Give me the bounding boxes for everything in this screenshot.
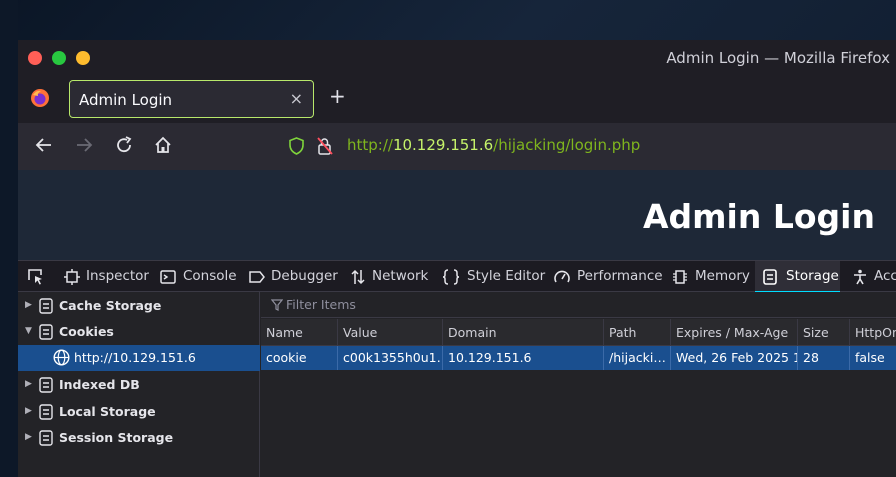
console-icon (160, 270, 176, 284)
expand-arrow-icon[interactable]: ▶ (25, 300, 32, 310)
tree-item-session-storage[interactable]: ▶ Session Storage (18, 425, 260, 451)
devtools-panel: Inspector Console Debugger Network Style… (18, 260, 896, 477)
filter-icon (271, 299, 283, 311)
title-bar: Admin Login — Mozilla Firefox (18, 40, 896, 75)
expand-arrow-icon[interactable]: ▶ (25, 379, 32, 389)
tab-storage[interactable]: Storage (755, 261, 840, 293)
database-icon (39, 430, 53, 446)
tab-debugger[interactable]: Debugger (246, 261, 338, 292)
back-arrow-icon[interactable] (33, 134, 55, 156)
url-path: /hijacking/login.php (493, 136, 641, 154)
cell-expires: Wed, 26 Feb 2025 1… (671, 346, 798, 370)
close-tab-icon[interactable]: × (290, 89, 303, 108)
column-header-name[interactable]: Name (261, 319, 338, 346)
cell-name: cookie (261, 346, 338, 370)
column-header-domain[interactable]: Domain (443, 319, 604, 346)
performance-icon (554, 270, 570, 283)
cell-path: /hijacki… (604, 346, 671, 370)
new-tab-button[interactable]: + (329, 84, 346, 108)
network-icon (351, 269, 365, 285)
page-content: Admin Login (18, 170, 896, 260)
cell-httponly: false (855, 350, 885, 365)
desktop-background (0, 0, 18, 477)
tab-console[interactable]: Console (156, 261, 237, 292)
column-header-expires[interactable]: Expires / Max-Age (671, 319, 798, 346)
tree-item-indexed-db[interactable]: ▶ Indexed DB (18, 372, 260, 398)
storage-table-panel: Filter Items Name Value Domain Path Expi… (261, 292, 896, 477)
tab-memory[interactable]: Memory (669, 261, 751, 292)
url-scheme: http:// (347, 136, 393, 154)
tab-strip: Admin Login × + (18, 75, 896, 123)
url-text[interactable]: http://10.129.151.6/hijacking/login.php (347, 136, 640, 154)
element-picker-icon[interactable] (27, 268, 44, 285)
column-header-path[interactable]: Path (604, 319, 671, 346)
column-header-value[interactable]: Value (338, 319, 443, 346)
firefox-logo-icon[interactable] (30, 88, 50, 108)
expand-arrow-icon[interactable]: ▶ (25, 432, 32, 442)
column-header-httponly[interactable]: HttpOnl (850, 319, 896, 346)
storage-sidebar: ▶ Cache Storage ▼ Cookies http://10.129.… (18, 292, 260, 477)
expand-arrow-icon[interactable]: ▶ (25, 406, 32, 416)
memory-icon (673, 270, 687, 284)
tracking-shield-icon[interactable] (288, 137, 305, 155)
column-header-size[interactable]: Size (798, 319, 850, 346)
url-bar[interactable]: http://10.129.151.6/hijacking/login.php (288, 134, 888, 158)
cell-domain: 10.129.151.6 (443, 346, 604, 370)
window-title: Admin Login — Mozilla Firefox (666, 49, 890, 67)
inspector-icon (64, 269, 80, 285)
storage-icon (763, 269, 777, 285)
navigation-bar: http://10.129.151.6/hijacking/login.php (18, 123, 896, 170)
home-icon[interactable] (152, 134, 174, 156)
tab-inspector[interactable]: Inspector (60, 261, 149, 292)
url-host: 10.129.151.6 (392, 136, 494, 154)
tab-style-editor[interactable]: Style Editor (441, 261, 545, 292)
tree-item-cookie-host[interactable]: http://10.129.151.6 (18, 345, 260, 371)
tab-title: Admin Login (79, 91, 173, 109)
cell-size: 28 (798, 346, 850, 370)
table-row[interactable]: cookie c00k1355h0u1… 10.129.151.6 /hijac… (261, 346, 896, 370)
insecure-lock-icon[interactable] (316, 136, 334, 156)
database-icon (39, 377, 53, 393)
accessibility-icon (854, 269, 866, 285)
minimize-window-button[interactable] (76, 51, 90, 65)
tab-admin-login[interactable]: Admin Login × (69, 80, 314, 118)
close-window-button[interactable] (28, 51, 42, 65)
tree-item-local-storage[interactable]: ▶ Local Storage (18, 399, 260, 425)
tree-item-cookies[interactable]: ▼ Cookies (18, 319, 260, 345)
maximize-window-button[interactable] (52, 51, 66, 65)
database-icon (39, 298, 53, 314)
filter-items-input[interactable]: Filter Items (261, 292, 896, 318)
reload-icon[interactable] (113, 134, 135, 156)
style-editor-icon (443, 269, 459, 285)
tab-network[interactable]: Network (347, 261, 431, 292)
page-title: Admin Login (643, 197, 875, 236)
cell-value: c00k1355h0u1… (338, 346, 443, 370)
devtools-toolbar: Inspector Console Debugger Network Style… (18, 260, 896, 293)
table-header: Name Value Domain Path Expires / Max-Age… (261, 319, 896, 346)
database-icon (39, 404, 53, 420)
collapse-arrow-icon[interactable]: ▼ (25, 326, 32, 336)
forward-arrow-icon[interactable] (73, 134, 95, 156)
database-icon (39, 324, 53, 340)
globe-icon (53, 349, 70, 366)
debugger-icon (249, 271, 265, 283)
filter-placeholder: Filter Items (286, 297, 356, 312)
tab-performance[interactable]: Performance (552, 261, 663, 292)
tree-item-cache-storage[interactable]: ▶ Cache Storage (18, 293, 260, 319)
firefox-window: Admin Login — Mozilla Firefox Admin Logi… (18, 40, 896, 477)
tab-accessibility[interactable]: Acc (848, 261, 896, 292)
